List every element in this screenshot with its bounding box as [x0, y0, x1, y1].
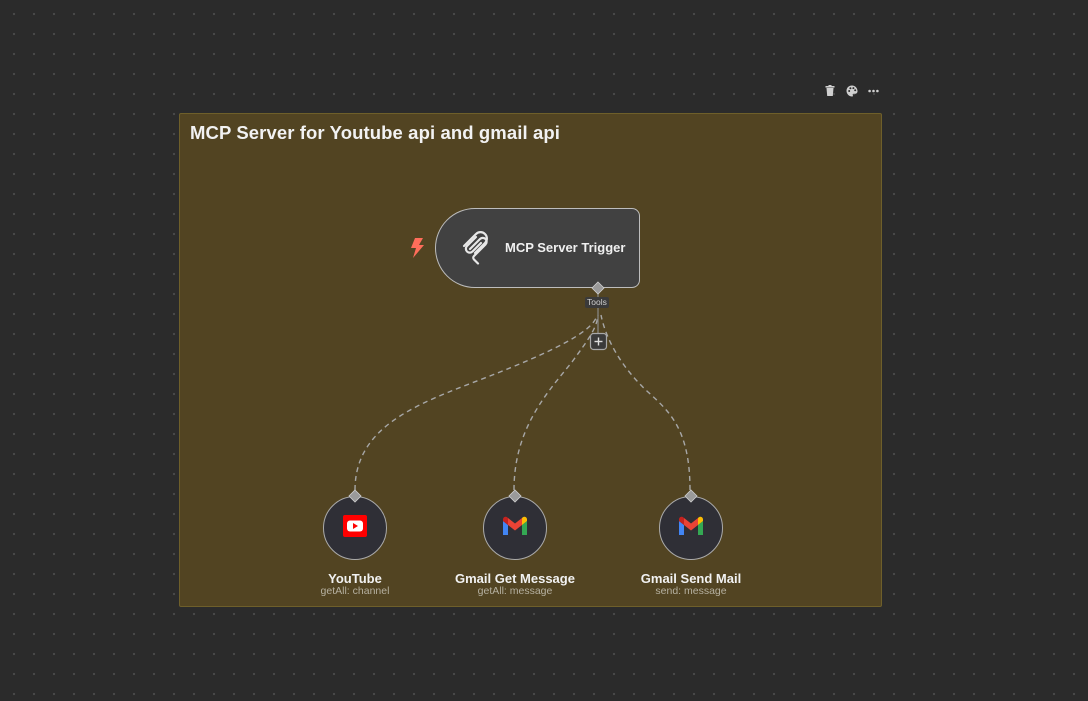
gmail-get-input-handle[interactable]: [508, 489, 522, 503]
more-icon[interactable]: [866, 83, 881, 98]
tool-title: Gmail Send Mail: [640, 571, 742, 586]
tools-connector-label: Tools: [585, 297, 609, 308]
trash-icon[interactable]: [822, 83, 837, 98]
tool-subtitle: send: message: [655, 585, 727, 597]
mcp-server-trigger-node[interactable]: MCP Server Trigger: [435, 208, 640, 288]
palette-icon[interactable]: [844, 83, 859, 98]
sticky-title: MCP Server for Youtube api and gmail api: [190, 122, 560, 143]
bolt-icon: [409, 238, 425, 258]
tool-title: Gmail Get Message: [455, 571, 575, 586]
gmail-send-mail-node[interactable]: [659, 496, 723, 560]
youtube-node[interactable]: [323, 496, 387, 560]
gmail-icon: [678, 516, 704, 541]
youtube-input-handle[interactable]: [348, 489, 362, 503]
sticky-toolbar: [822, 83, 881, 98]
youtube-icon: [343, 514, 367, 542]
tool-subtitle: getAll: channel: [320, 585, 390, 597]
gmail-get-message-node[interactable]: [483, 496, 547, 560]
tools-handle[interactable]: [591, 281, 605, 295]
trigger-label: MCP Server Trigger: [505, 240, 626, 255]
tool-title: YouTube: [328, 571, 382, 586]
mcp-icon: [460, 231, 494, 265]
workflow-canvas[interactable]: MCP Server for Youtube api and gmail api…: [0, 0, 1088, 701]
gmail-send-input-handle[interactable]: [684, 489, 698, 503]
gmail-icon: [502, 516, 528, 541]
tool-subtitle: getAll: message: [477, 585, 553, 597]
